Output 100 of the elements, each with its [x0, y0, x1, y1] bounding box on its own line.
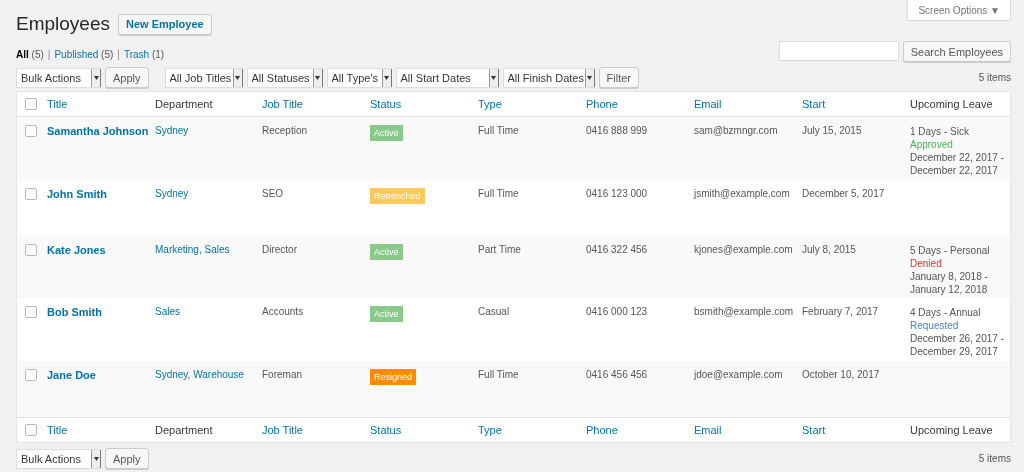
column-header[interactable]: Job Title	[262, 424, 370, 436]
separator: |	[47, 49, 51, 60]
table-cell-text: 0416 322 456	[586, 244, 649, 255]
status-badge: Active	[370, 244, 403, 260]
table-cell-text: bsmith@example.com	[694, 306, 795, 317]
column-header[interactable]: Start	[802, 424, 910, 436]
status-badge: Active	[370, 306, 403, 322]
table-cell-text: 0416 888 999	[586, 125, 649, 136]
status-badge: Retrenched	[370, 188, 425, 204]
column-header[interactable]: Type	[478, 98, 586, 110]
table-cell-text: Director	[262, 244, 298, 255]
column-header[interactable]: Type	[478, 424, 586, 436]
filter-dropdown[interactable]: All Start Dates	[395, 67, 499, 88]
leave-dates: December 29, 2017	[910, 345, 999, 358]
caret-icon	[584, 68, 594, 87]
table-cell-text: Full Time	[478, 369, 520, 380]
table-cell-text: jsmith@example.com	[694, 188, 791, 199]
apply-button[interactable]: Apply	[105, 448, 149, 469]
column-header[interactable]: Phone	[586, 424, 694, 436]
row-checkbox[interactable]	[25, 188, 37, 200]
status-badge: Active	[370, 125, 403, 141]
select-all-checkbox[interactable]	[25, 424, 37, 436]
filter-dropdown[interactable]: All Finish Dates	[502, 67, 595, 88]
row-checkbox[interactable]	[25, 125, 37, 137]
table-cell-text: July 15, 2015	[802, 125, 863, 136]
column-header: Upcoming Leave	[910, 424, 994, 436]
column-header: Upcoming Leave	[910, 98, 994, 110]
row-checkbox[interactable]	[25, 369, 37, 381]
item-count: 5 items	[978, 72, 1011, 83]
leave-dates: January 12, 2018	[910, 283, 989, 296]
column-header: Department	[155, 424, 214, 436]
table-cell-text: 0416 123 000	[586, 188, 649, 199]
department-link[interactable]: Sydney	[155, 125, 262, 136]
screen-options-tab[interactable]: Screen Options ▼	[907, 0, 1011, 21]
employee-name-link[interactable]: Samantha Johnson	[47, 125, 155, 137]
department-link[interactable]: Sales	[155, 306, 262, 317]
row-checkbox[interactable]	[25, 244, 37, 256]
table-cell-text: Foreman	[262, 369, 303, 380]
employee-name-link[interactable]: Kate Jones	[47, 244, 155, 256]
column-header[interactable]: Email	[694, 98, 802, 110]
apply-button[interactable]: Apply	[105, 67, 149, 88]
leave-status: Requested	[910, 319, 960, 332]
filter-dropdown[interactable]: All Job Titles	[164, 67, 243, 88]
view-filter-link[interactable]: Published (5)	[54, 49, 114, 60]
column-header[interactable]: Start	[802, 98, 910, 110]
table-cell-text: Full Time	[478, 188, 520, 199]
search-button[interactable]: Search Employees	[902, 41, 1011, 62]
caret-icon	[312, 68, 322, 87]
filter-button[interactable]: Filter	[598, 67, 639, 88]
leave-summary: 5 Days - Personal	[910, 244, 991, 257]
caret-icon	[232, 68, 242, 87]
column-header: Department	[155, 98, 214, 110]
column-header[interactable]: Title	[47, 98, 155, 110]
table-cell-text: Part Time	[478, 244, 522, 255]
bulk-actions-dropdown[interactable]: Bulk Actions	[16, 448, 101, 469]
view-filter-link[interactable]: Trash (1)	[123, 49, 165, 60]
filter-dropdown[interactable]: All Statuses	[246, 67, 323, 88]
column-header[interactable]: Email	[694, 424, 802, 436]
column-header[interactable]: Phone	[586, 98, 694, 110]
column-header[interactable]: Status	[370, 98, 478, 110]
table-cell-text: sam@bzmngr.com	[694, 125, 779, 136]
status-badge: Resigned	[370, 369, 417, 385]
employee-name-link[interactable]: Bob Smith	[47, 306, 155, 318]
search-field[interactable]	[778, 41, 899, 61]
table-cell-text: 0416 456 456	[586, 369, 649, 380]
page-title: Employees	[16, 13, 110, 35]
leave-status: Denied	[910, 257, 943, 270]
leave-status: Approved	[910, 138, 954, 151]
bulk-actions-dropdown[interactable]: Bulk Actions	[16, 67, 101, 88]
table-cell-text: December 5, 2017	[802, 188, 886, 199]
leave-dates: December 26, 2017 -	[910, 332, 1005, 345]
table-cell-text: October 10, 2017	[802, 369, 881, 380]
column-header[interactable]: Status	[370, 424, 478, 436]
table-cell-text: July 8, 2015	[802, 244, 857, 255]
column-header[interactable]: Title	[47, 424, 155, 436]
separator: |	[117, 49, 120, 60]
table-cell-text: jdoe@example.com	[694, 369, 784, 380]
column-header[interactable]: Job Title	[262, 98, 370, 110]
leave-dates: January 8, 2018 -	[910, 270, 989, 283]
employee-name-link[interactable]: Jane Doe	[47, 369, 155, 381]
department-link[interactable]: Marketing, Sales	[155, 244, 262, 255]
leave-dates: December 22, 2017	[910, 164, 999, 177]
new-employee-button[interactable]: New Employee	[118, 13, 212, 35]
table-cell-text: Casual	[478, 306, 511, 317]
table-cell-text: Full Time	[478, 125, 520, 136]
leave-dates: December 22, 2017 -	[910, 151, 1005, 164]
caret-icon	[91, 449, 100, 468]
table-cell-text: Reception	[262, 125, 309, 136]
table-cell-text: Accounts	[262, 306, 305, 317]
row-checkbox[interactable]	[25, 306, 37, 318]
caret-icon	[381, 68, 391, 87]
department-link[interactable]: Sydney, Warehouse	[155, 369, 262, 380]
table-cell-text: February 7, 2017	[802, 306, 880, 317]
view-filter-link[interactable]: All (5)	[16, 49, 44, 60]
employee-name-link[interactable]: John Smith	[47, 188, 155, 200]
filter-dropdown[interactable]: All Type's	[326, 67, 392, 88]
department-link[interactable]: Sydney	[155, 188, 262, 199]
select-all-checkbox[interactable]	[25, 98, 37, 110]
leave-summary: 1 Days - Sick	[910, 125, 970, 138]
table-cell-text: SEO	[262, 188, 285, 199]
